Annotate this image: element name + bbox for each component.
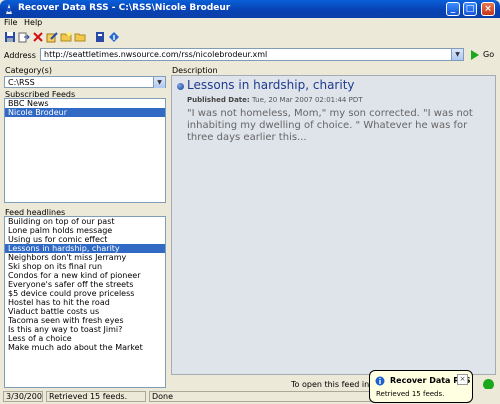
balloon-message: Retrieved 15 feeds. <box>376 390 445 398</box>
category-dropdown-button[interactable]: ▼ <box>153 77 165 88</box>
article-body: "I was not homeless, Mom," my son correc… <box>187 108 473 143</box>
menu-help[interactable]: Help <box>24 18 42 27</box>
headline-item[interactable]: $5 device could prove priceless <box>5 289 165 298</box>
address-input[interactable] <box>41 49 447 60</box>
headline-item[interactable]: Viaduct battle costs us <box>5 307 165 316</box>
info-balloon-icon <box>375 376 385 386</box>
address-label: Address <box>4 51 36 60</box>
maximize-button[interactable]: □ <box>463 2 477 16</box>
headline-item[interactable]: Make much ado about the Market <box>5 343 165 352</box>
description-pane[interactable]: Lessons in hardship, charity Published D… <box>171 75 496 375</box>
headline-item-selected[interactable]: Lessons in hardship, charity <box>5 244 165 253</box>
headline-item[interactable]: Ski shop on its final run <box>5 262 165 271</box>
headline-item[interactable]: Using us for comic effect <box>5 235 165 244</box>
balloon-close-button[interactable]: × <box>457 374 468 385</box>
headline-item[interactable]: Is this any way to toast Jimi? <box>5 325 165 334</box>
status-message: Retrieved 15 feeds. <box>46 391 146 402</box>
category-value: C:\RSS <box>8 78 35 87</box>
notification-balloon[interactable]: Recover Data RSS × Retrieved 15 feeds. <box>369 370 473 403</box>
minimize-button[interactable]: _ <box>446 2 460 16</box>
menu-bar: File Help <box>0 18 500 29</box>
app-rss-icon <box>6 4 12 14</box>
published-date-value: Tue, 20 Mar 2007 02:01:44 PDT <box>251 96 363 104</box>
feed-headlines-list[interactable]: Building on top of our past Lone palm ho… <box>4 216 166 388</box>
go-arrow-icon <box>471 50 479 60</box>
headline-item[interactable]: Condos for a new kind of pioneer <box>5 271 165 280</box>
window-title: Recover Data RSS - C:\RSS\Nicole Brodeur <box>18 3 231 13</box>
description-label: Description <box>172 66 218 75</box>
status-state: Done <box>149 391 371 402</box>
category-label: Category(s) <box>5 66 52 75</box>
new-folder-icon[interactable] <box>60 31 72 43</box>
title-bar[interactable]: Recover Data RSS - C:\RSS\Nicole Brodeur… <box>0 0 500 18</box>
go-button[interactable]: Go <box>470 49 498 61</box>
category-select[interactable]: C:\RSS ▼ <box>4 76 166 88</box>
headline-item[interactable]: Lone palm holds message <box>5 226 165 235</box>
article-bullet-icon <box>177 83 184 90</box>
book-icon[interactable] <box>94 31 106 43</box>
headline-item[interactable]: Tacoma seen with fresh eyes <box>5 316 165 325</box>
feed-item[interactable]: BBC News <box>5 99 165 108</box>
toolbar <box>0 30 500 45</box>
published-date: Published Date: Tue, 20 Mar 2007 02:01:4… <box>187 96 363 104</box>
headline-item[interactable]: Neighbors don't miss Jerramy <box>5 253 165 262</box>
headline-item[interactable]: Less of a choice <box>5 334 165 343</box>
headline-item[interactable]: Everyone's safer off the streets <box>5 280 165 289</box>
open-folder-icon[interactable] <box>74 31 86 43</box>
headline-item[interactable]: Building on top of our past <box>5 217 165 226</box>
article-title-link[interactable]: Lessons in hardship, charity <box>187 78 355 92</box>
status-date: 3/30/2007 <box>3 391 43 402</box>
close-button[interactable]: × <box>481 2 495 16</box>
subscribed-feeds-list[interactable]: BBC News Nicole Brodeur <box>4 98 166 203</box>
go-label: Go <box>483 50 495 59</box>
delete-icon[interactable] <box>32 31 44 43</box>
save-icon[interactable] <box>4 31 16 43</box>
address-combobox[interactable]: ▼ <box>40 48 464 61</box>
address-dropdown-button[interactable]: ▼ <box>451 49 463 60</box>
edit-icon[interactable] <box>46 31 58 43</box>
headline-item[interactable]: Hostel has to hit the road <box>5 298 165 307</box>
menu-file[interactable]: File <box>4 18 17 27</box>
open-feed-hint: To open this feed in y <box>291 380 377 389</box>
export-icon[interactable] <box>18 31 30 43</box>
feed-item-selected[interactable]: Nicole Brodeur <box>5 108 165 117</box>
info-icon[interactable] <box>108 31 120 43</box>
published-date-label: Published Date: <box>187 96 250 104</box>
